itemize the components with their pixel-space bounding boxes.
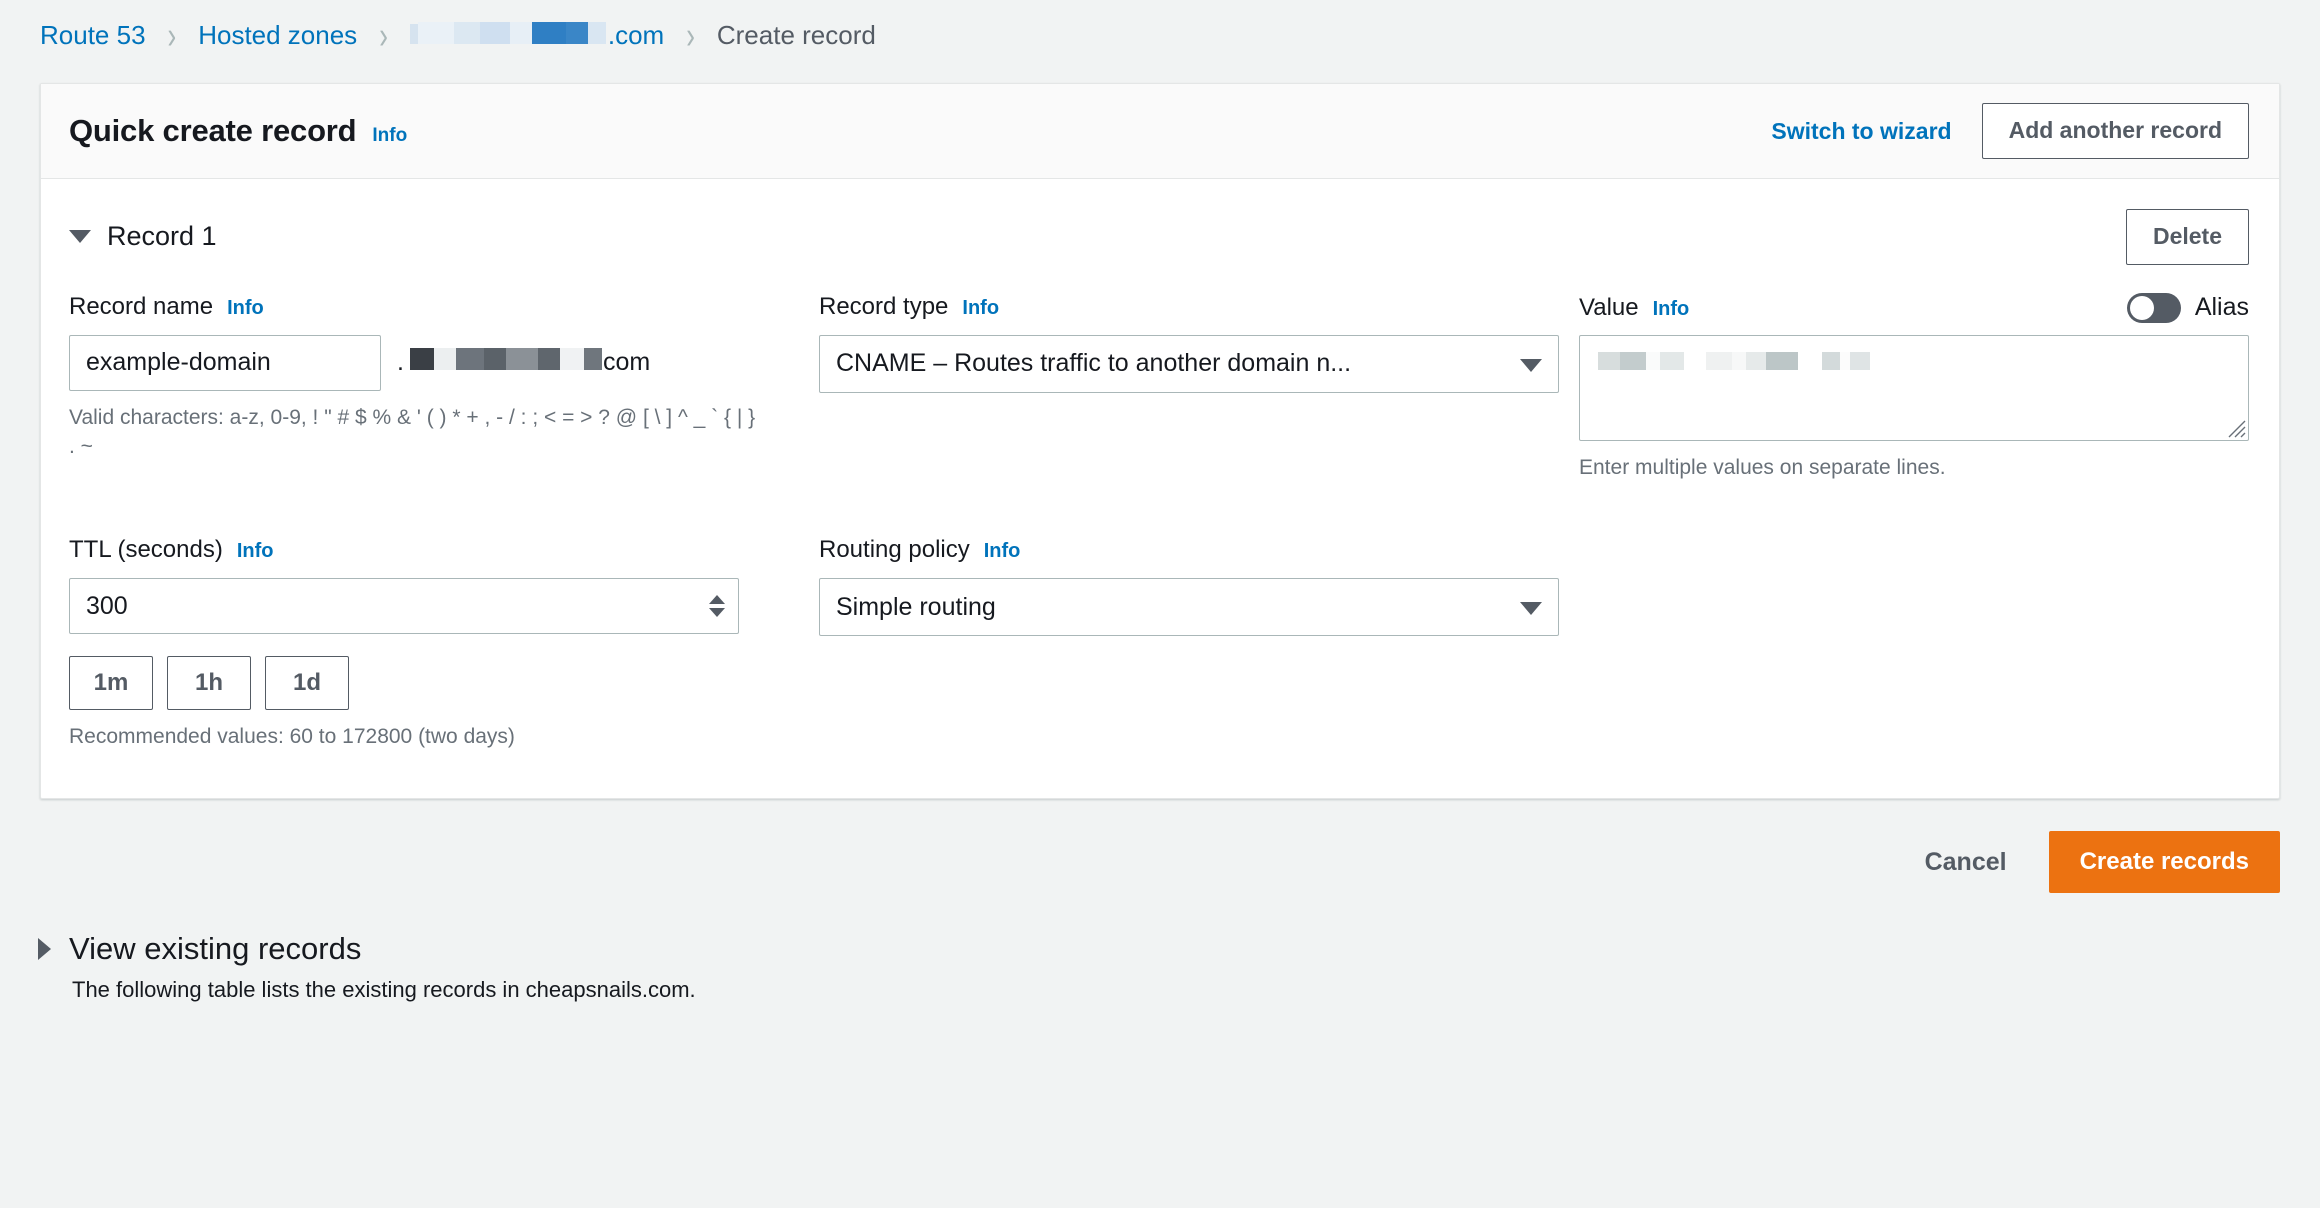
panel-header-actions: Switch to wizard Add another record	[1771, 103, 2249, 159]
value-hint: Enter multiple values on separate lines.	[1579, 453, 2249, 483]
routing-policy-label-row: Routing policy Info	[819, 536, 1559, 564]
breadcrumb-item-hosted-zones[interactable]: Hosted zones	[198, 20, 357, 51]
ttl-field: TTL (seconds) Info 1m 1h 1d Recommended …	[69, 536, 814, 752]
record-name-input[interactable]	[69, 335, 381, 391]
value-textarea[interactable]	[1579, 335, 2249, 441]
chevron-down-icon	[1520, 359, 1542, 372]
breadcrumb-item-current: Create record	[717, 20, 876, 51]
record-name-label: Record name	[69, 293, 213, 321]
form-footer-actions: Cancel Create records	[0, 799, 2320, 893]
ttl-input[interactable]	[69, 578, 739, 634]
add-another-record-button[interactable]: Add another record	[1982, 103, 2249, 159]
switch-to-wizard-link[interactable]: Switch to wizard	[1771, 118, 1951, 145]
redacted-value-blocks	[1598, 352, 1870, 375]
create-records-button[interactable]: Create records	[2049, 831, 2280, 893]
panel-header: Quick create record Info Switch to wizar…	[41, 84, 2279, 179]
routing-policy-selected-value: Simple routing	[836, 593, 996, 622]
view-existing-records-section: View existing records The following tabl…	[0, 893, 2320, 1003]
grid-gap	[1559, 482, 1579, 752]
ttl-label: TTL (seconds)	[69, 536, 223, 564]
view-existing-records-description: The following table lists the existing r…	[72, 977, 2320, 1003]
record-name-suffix-tld: com	[603, 348, 650, 377]
ttl-preset-1h[interactable]: 1h	[167, 656, 251, 710]
record-header: Record 1 Delete	[69, 209, 2249, 265]
breadcrumb-domain-tld: .com	[608, 20, 664, 51]
panel-title-group: Quick create record Info	[69, 113, 407, 149]
alias-toggle-group[interactable]: Alias	[2127, 293, 2249, 323]
ttl-preset-1d[interactable]: 1d	[265, 656, 349, 710]
chevron-right-icon[interactable]	[38, 938, 51, 960]
ttl-input-wrap	[69, 578, 739, 634]
chevron-down-icon[interactable]	[69, 230, 91, 243]
redacted-domain-blocks	[410, 20, 606, 51]
chevron-down-icon[interactable]	[709, 608, 725, 617]
record-type-selected-value: CNAME – Routes traffic to another domain…	[836, 349, 1351, 378]
redacted-zone-blocks	[410, 348, 602, 377]
record-name-input-row: . com	[69, 335, 814, 391]
record-name-label-row: Record name Info	[69, 293, 814, 321]
breadcrumb: Route 53 › Hosted zones › .com › Create …	[0, 0, 2320, 70]
routing-policy-label: Routing policy	[819, 536, 970, 564]
view-existing-records-toggle[interactable]: View existing records	[38, 931, 2320, 967]
record-type-info-link[interactable]: Info	[962, 297, 999, 320]
breadcrumb-separator-icon: ›	[379, 13, 388, 58]
delete-record-button[interactable]: Delete	[2126, 209, 2249, 265]
grid-gap	[1579, 482, 2249, 752]
alias-toggle[interactable]	[2127, 293, 2181, 323]
alias-toggle-label: Alias	[2195, 293, 2249, 322]
breadcrumb-separator-icon: ›	[168, 13, 177, 58]
routing-policy-field: Routing policy Info Simple routing	[819, 536, 1559, 752]
routing-policy-select[interactable]: Simple routing	[819, 578, 1559, 636]
record-name-field: Record name Info . com Valid characters:…	[69, 293, 814, 483]
record-header-left: Record 1	[69, 221, 217, 252]
value-header-row: Value Info Alias	[1579, 293, 2249, 323]
breadcrumb-item-route-53[interactable]: Route 53	[40, 20, 146, 51]
record-1-body: Record 1 Delete Record name Info .	[41, 179, 2279, 798]
breadcrumb-item-domain[interactable]: .com	[410, 20, 664, 51]
ttl-preset-buttons: 1m 1h 1d	[69, 656, 814, 710]
chevron-down-icon	[1520, 602, 1542, 615]
value-info-link[interactable]: Info	[1653, 298, 1690, 321]
value-label: Value	[1579, 294, 1639, 322]
value-label-row: Value Info	[1579, 294, 1689, 322]
grid-gap	[1559, 293, 1579, 483]
alias-toggle-knob	[2130, 296, 2154, 320]
record-type-label-row: Record type Info	[819, 293, 1559, 321]
record-name-suffix-dot: .	[397, 348, 404, 377]
record-type-label: Record type	[819, 293, 948, 321]
chevron-up-icon[interactable]	[709, 595, 725, 604]
value-field: Value Info Alias	[1579, 293, 2249, 483]
record-fields-grid: Record name Info . com Valid characters:…	[69, 293, 2249, 753]
cancel-button[interactable]: Cancel	[1925, 848, 2007, 877]
textarea-resize-grip-icon[interactable]	[2224, 416, 2246, 438]
quick-create-record-panel: Quick create record Info Switch to wizar…	[40, 83, 2280, 799]
record-name-suffix: . com	[397, 348, 650, 377]
view-existing-records-title: View existing records	[69, 931, 361, 967]
routing-policy-info-link[interactable]: Info	[984, 540, 1021, 563]
page-title: Quick create record	[69, 113, 356, 149]
record-name-info-link[interactable]: Info	[227, 297, 264, 320]
record-type-select[interactable]: CNAME – Routes traffic to another domain…	[819, 335, 1559, 393]
breadcrumb-separator-icon: ›	[686, 13, 695, 58]
ttl-label-row: TTL (seconds) Info	[69, 536, 814, 564]
ttl-stepper[interactable]	[709, 595, 725, 617]
ttl-preset-1m[interactable]: 1m	[69, 656, 153, 710]
record-label: Record 1	[107, 221, 217, 252]
panel-info-link[interactable]: Info	[372, 125, 407, 147]
record-name-hint: Valid characters: a-z, 0-9, ! " # $ % & …	[69, 403, 759, 463]
record-type-field: Record type Info CNAME – Routes traffic …	[819, 293, 1559, 483]
ttl-hint: Recommended values: 60 to 172800 (two da…	[69, 722, 759, 752]
ttl-info-link[interactable]: Info	[237, 540, 274, 563]
